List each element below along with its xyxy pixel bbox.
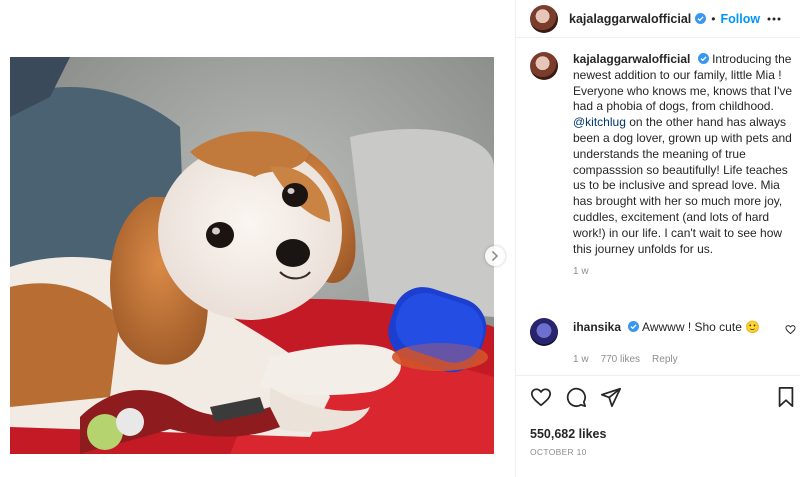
comment-meta: 1 w 770 likes Reply — [573, 354, 800, 365]
commenter-avatar[interactable] — [530, 318, 558, 346]
comment-likes[interactable]: 770 likes — [601, 354, 640, 365]
author-username[interactable]: kajalaggarwalofficial — [569, 12, 691, 26]
comment-icon[interactable] — [565, 386, 587, 408]
more-options-icon[interactable] — [766, 11, 782, 27]
post-photo[interactable] — [10, 57, 494, 454]
puppy-image — [10, 57, 494, 454]
caption-timestamp[interactable]: 1 w — [573, 266, 796, 277]
commenter-username[interactable]: ihansika — [573, 320, 621, 334]
verified-badge-icon — [695, 13, 707, 24]
verified-badge-icon — [628, 321, 640, 332]
paper-plane-icon[interactable] — [600, 386, 622, 408]
media-pane — [0, 0, 515, 477]
verified-badge-icon — [697, 53, 709, 64]
follow-button[interactable]: Follow — [720, 12, 760, 26]
caption: kajalaggarwalofficial Introducing the ne… — [530, 52, 796, 277]
smile-emoji: 🙂 — [745, 320, 761, 334]
mention-link[interactable]: @kitchlug — [573, 115, 626, 129]
comment-text: ihansika Awwww ! Sho cute 🙂 — [573, 320, 760, 334]
avatar[interactable] — [530, 4, 558, 33]
caption-body-2: on the other hand has always been a dog … — [573, 115, 792, 256]
post-header: kajalaggarwalofficial • Follow — [516, 0, 800, 38]
chevron-right-icon — [492, 251, 499, 261]
caption-avatar[interactable] — [530, 52, 558, 80]
post-sidebar: kajalaggarwalofficial • Follow kajalagga… — [515, 0, 800, 477]
carousel-next-button[interactable] — [485, 246, 505, 266]
caption-username[interactable]: kajalaggarwalofficial — [573, 52, 690, 66]
comment-heart-icon[interactable] — [785, 324, 796, 335]
divider — [516, 375, 800, 376]
caption-text: kajalaggarwalofficial Introducing the ne… — [573, 52, 796, 257]
reply-button[interactable]: Reply — [652, 354, 678, 365]
action-bar — [530, 386, 800, 412]
like-count[interactable]: 550,682 likes — [530, 427, 606, 441]
comment: ihansika Awwww ! Sho cute 🙂 1 w 770 like… — [530, 318, 800, 365]
post-date[interactable]: OCTOBER 10 — [530, 447, 587, 457]
comment-timestamp[interactable]: 1 w — [573, 354, 589, 365]
comment-body: Awwww ! Sho cute — [639, 320, 746, 334]
heart-icon[interactable] — [530, 386, 552, 408]
bookmark-icon[interactable] — [776, 386, 796, 408]
separator-dot: • — [711, 11, 716, 26]
